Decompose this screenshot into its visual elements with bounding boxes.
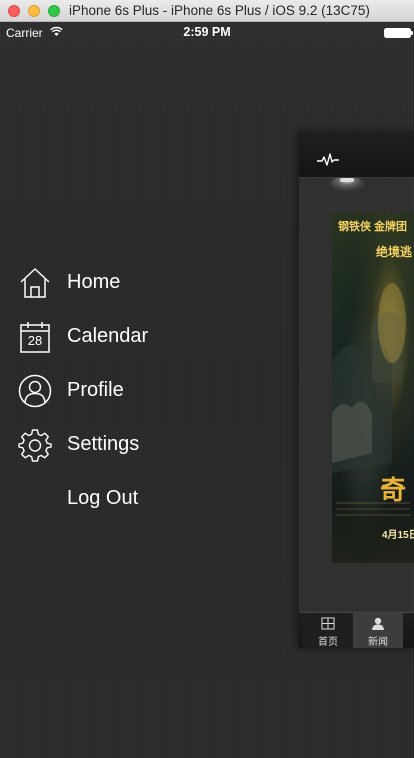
poster-title-text: 奇: [380, 475, 407, 505]
menu-item-calendar[interactable]: 28 Calendar: [0, 310, 260, 364]
poster-top-text: 钢铁侠 金牌团: [338, 221, 408, 233]
tab-home[interactable]: 首页: [303, 613, 353, 648]
window-title: iPhone 6s Plus - iPhone 6s Plus / iOS 9.…: [69, 3, 370, 18]
side-menu: Home 28 Calendar Profile Settings Log Ou…: [0, 256, 260, 526]
status-time: 2:59 PM: [183, 25, 231, 39]
status-bar: Carrier 2:59 PM: [0, 22, 414, 42]
calendar-icon-day: 28: [27, 333, 43, 348]
home-icon: [20, 268, 50, 298]
tab-news[interactable]: 新闻: [353, 613, 403, 648]
menu-item-profile[interactable]: Profile: [0, 364, 260, 418]
poster-artwork: [332, 283, 414, 563]
menu-label-profile: Profile: [67, 379, 124, 401]
menu-label-logout: Log Out: [67, 487, 139, 509]
main-content-panel[interactable]: 钢铁侠 金牌团 绝境逃 奇 4月15日 首页 新闻: [299, 131, 414, 648]
window-minimize-button[interactable]: [28, 5, 40, 17]
tab-label-home: 首页: [318, 637, 338, 648]
navigation-bar: [299, 131, 414, 178]
tab-label-news: 新闻: [368, 637, 388, 648]
movie-poster[interactable]: 钢铁侠 金牌团 绝境逃 奇 4月15日: [332, 213, 414, 563]
menu-label-settings: Settings: [67, 433, 140, 455]
menu-item-settings[interactable]: Settings: [0, 418, 260, 472]
content-area: 钢铁侠 金牌团 绝境逃 奇 4月15日: [299, 178, 414, 611]
menu-label-calendar: Calendar: [67, 325, 149, 347]
grid-icon: [321, 617, 335, 630]
pulse-icon[interactable]: [317, 153, 339, 167]
poster-sub-text: 绝境逃: [376, 245, 413, 259]
simulator-screen: iPhone 6s Plus - iPhone 6s Plus / iOS 9.…: [0, 0, 414, 758]
calendar-icon: 28: [18, 320, 52, 354]
poster-date-text: 4月15日: [382, 530, 414, 541]
person-icon: [372, 617, 384, 630]
menu-label-home: Home: [67, 271, 121, 293]
spotlight-lamp-icon: [329, 178, 365, 196]
profile-icon: [18, 374, 52, 408]
gear-icon: [18, 429, 52, 462]
window-titlebar: iPhone 6s Plus - iPhone 6s Plus / iOS 9.…: [0, 0, 414, 22]
window-zoom-button[interactable]: [48, 5, 60, 17]
menu-item-logout[interactable]: Log Out: [0, 472, 260, 526]
battery-icon: [384, 28, 413, 38]
menu-item-home[interactable]: Home: [0, 256, 260, 310]
tab-bar: 首页 新闻: [299, 612, 414, 648]
window-close-button[interactable]: [8, 5, 20, 17]
